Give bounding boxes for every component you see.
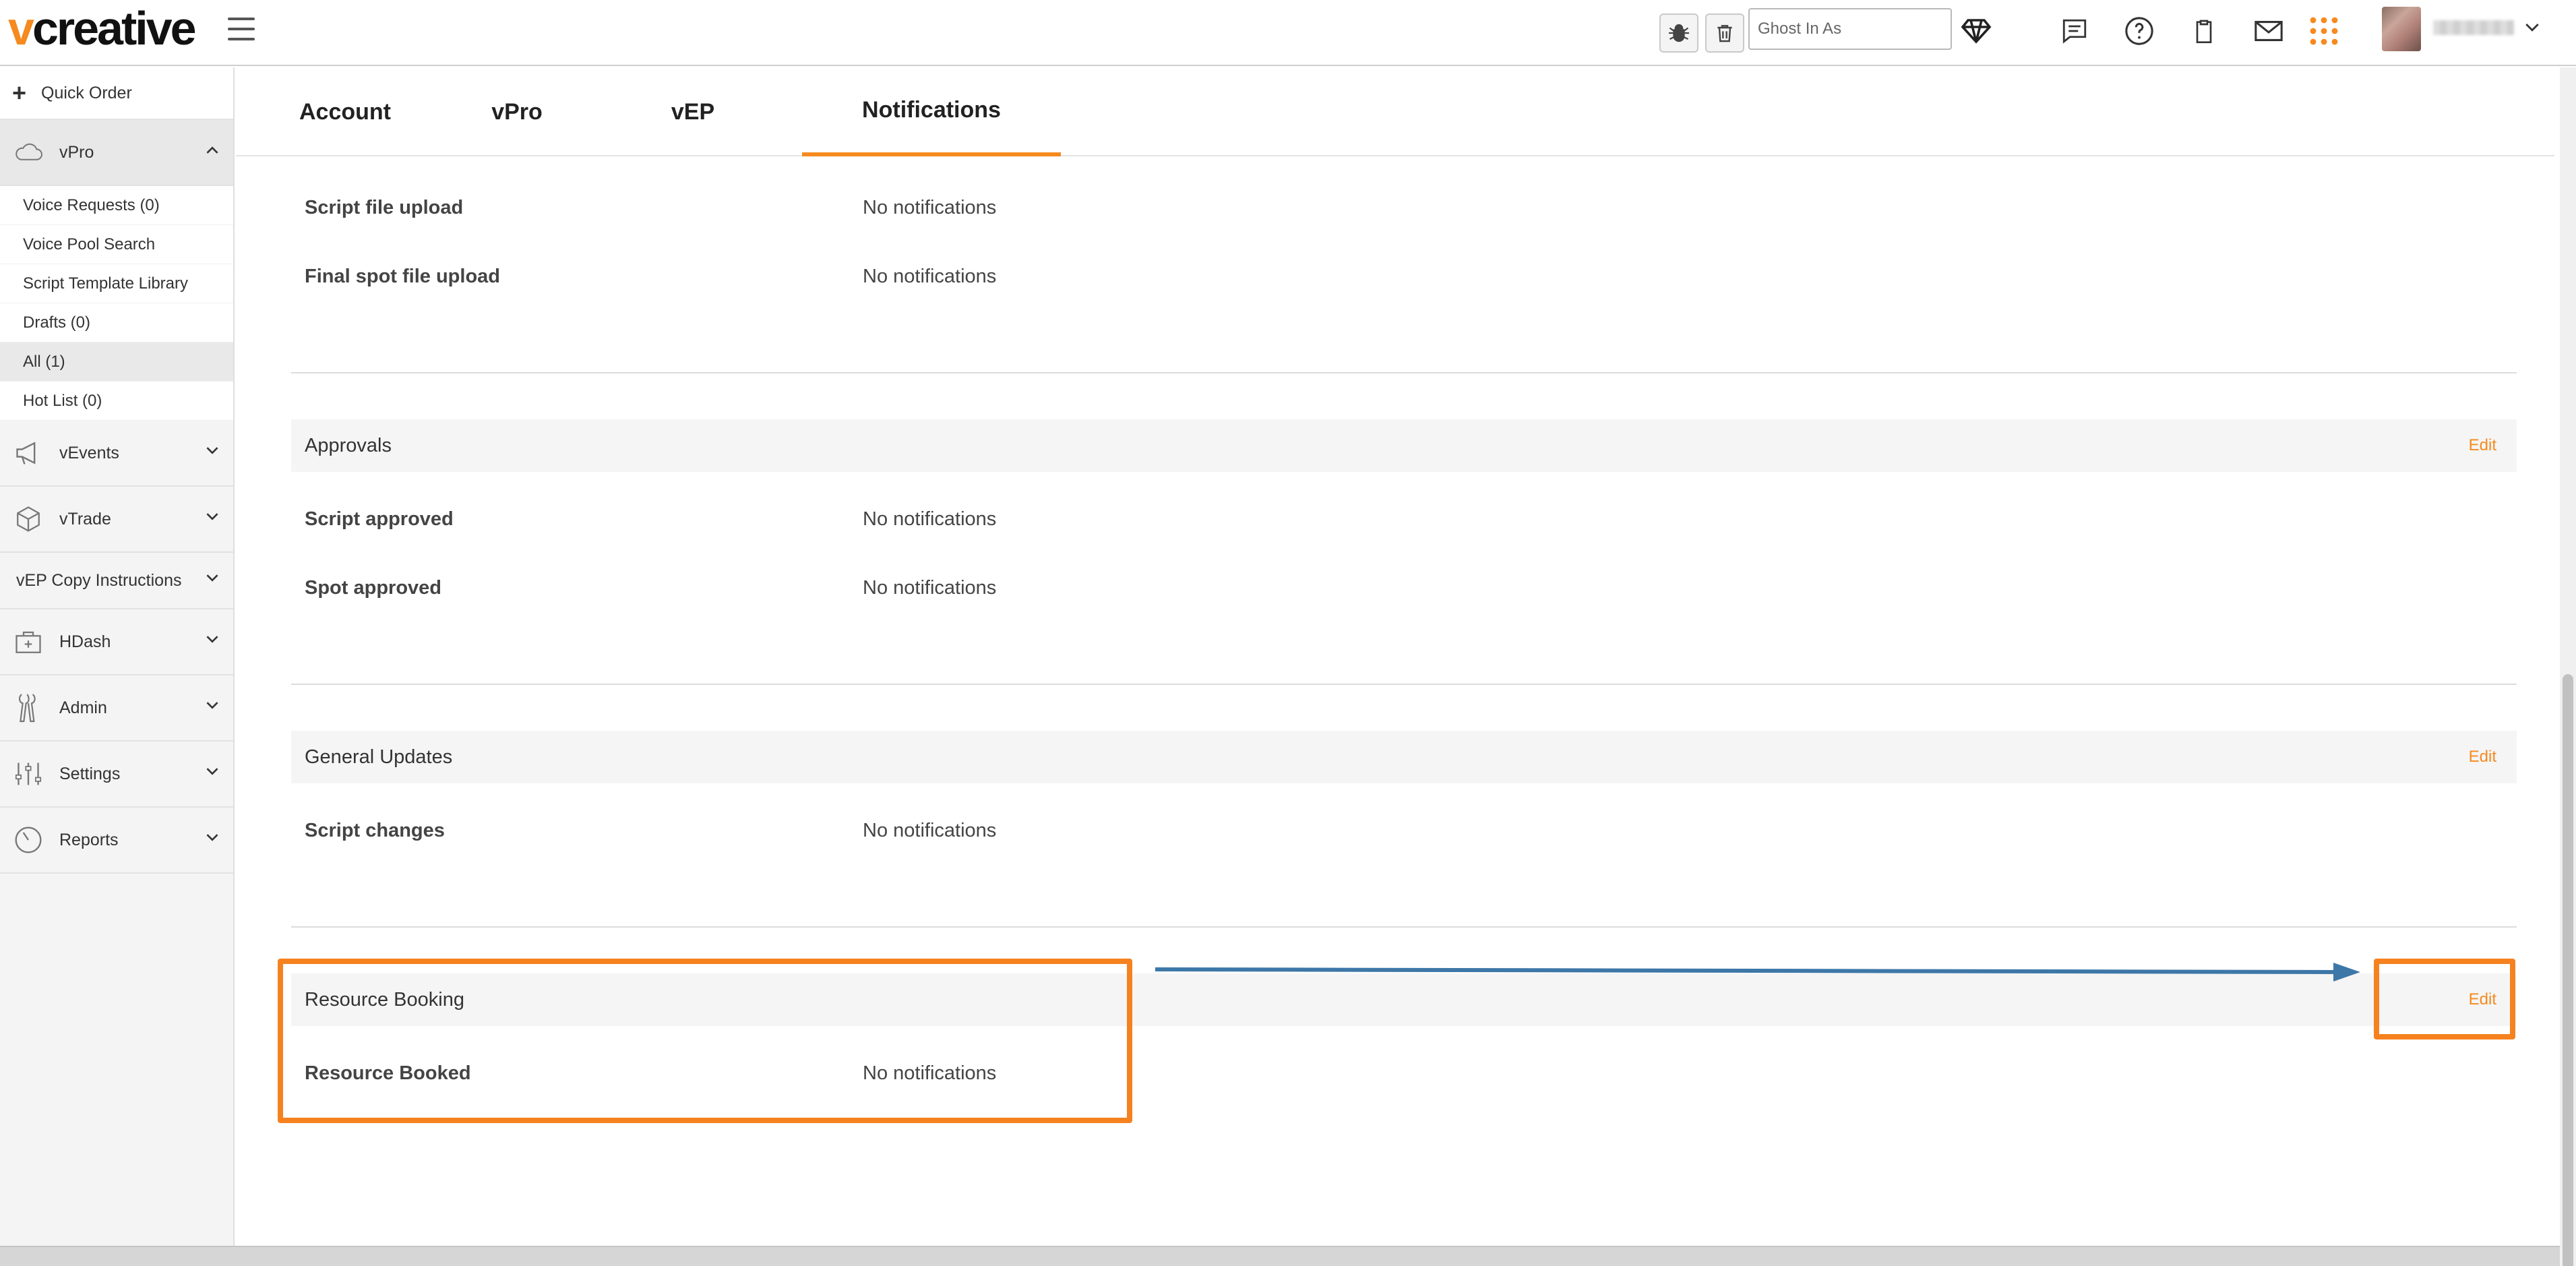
apps-grid-icon[interactable] xyxy=(2305,12,2343,50)
admin-tools-icon xyxy=(9,691,47,725)
vcreative-logo[interactable]: vcreative xyxy=(8,1,197,55)
sidebar-item-all[interactable]: All (1) xyxy=(0,342,233,382)
sidebar-item-script-template-library[interactable]: Script Template Library xyxy=(0,264,233,303)
sidebar-item-label: Admin xyxy=(59,698,107,717)
chevron-down-icon xyxy=(204,442,221,464)
sidebar-item-vtrade[interactable]: vTrade xyxy=(0,487,233,553)
box-icon xyxy=(9,502,47,536)
medical-case-icon xyxy=(9,625,47,659)
avatar[interactable] xyxy=(2382,7,2421,51)
sidebar: + Quick Order vPro Voice Requests (0) Vo… xyxy=(0,67,235,1266)
chevron-down-icon xyxy=(204,631,221,653)
general-updates-edit-link[interactable]: Edit xyxy=(2469,748,2496,766)
notification-value: No notifications xyxy=(863,576,997,599)
sidebar-item-label: vEP Copy Instructions xyxy=(16,570,182,590)
clock-icon xyxy=(9,823,47,857)
main-content: Account vPro vEP Notifications Script fi… xyxy=(236,67,2554,1247)
chevron-up-icon xyxy=(204,142,221,164)
cloud-icon xyxy=(9,135,47,169)
sidebar-item-drafts[interactable]: Drafts (0) xyxy=(0,303,233,342)
clear-button[interactable] xyxy=(1705,13,1744,53)
tab-vpro[interactable]: vPro xyxy=(480,67,554,156)
section-header-general-updates: General Updates Edit xyxy=(291,731,2517,783)
ghost-in-as-input[interactable] xyxy=(1748,8,1952,50)
notification-value: No notifications xyxy=(863,819,997,841)
section-divider xyxy=(291,926,2517,928)
notification-label: Resource Booked xyxy=(305,1062,471,1084)
trash-icon xyxy=(1717,25,1732,42)
notification-label: Script changes xyxy=(305,819,445,841)
bug-icon xyxy=(1669,24,1689,42)
mail-icon[interactable] xyxy=(2250,12,2288,50)
resource-booking-edit-link[interactable]: Edit xyxy=(2469,990,2496,1009)
clipboard-icon[interactable] xyxy=(2185,12,2223,50)
sidebar-item-label: HDash xyxy=(59,632,111,651)
notification-label: Spot approved xyxy=(305,576,442,599)
sidebar-item-vpro[interactable]: vPro xyxy=(0,120,233,186)
sidebar-item-label: Reports xyxy=(59,830,119,849)
sidebar-item-label: Settings xyxy=(59,764,121,783)
section-divider xyxy=(291,372,2517,373)
menu-toggle-icon[interactable] xyxy=(228,18,255,40)
notification-label: Final spot file upload xyxy=(305,265,500,287)
chevron-down-icon[interactable] xyxy=(2522,18,2542,41)
help-icon[interactable] xyxy=(2120,12,2158,50)
sidebar-item-label: vPro xyxy=(59,142,94,162)
section-divider xyxy=(291,684,2517,685)
notification-row: Script file upload No notifications xyxy=(305,187,2515,228)
sidebar-item-settings[interactable]: Settings xyxy=(0,742,233,808)
chevron-down-icon xyxy=(204,508,221,531)
section-title: General Updates xyxy=(305,746,453,768)
chevron-down-icon xyxy=(204,697,221,719)
notification-row: Script approved No notifications xyxy=(305,499,2515,539)
section-header-resource-booking: Resource Booking Edit xyxy=(291,973,2517,1026)
notification-row: Final spot file upload No notifications xyxy=(305,256,2515,297)
plus-icon: + xyxy=(12,79,27,107)
diamond-icon[interactable] xyxy=(1957,12,1995,50)
sidebar-item-label: vTrade xyxy=(59,509,111,529)
section-header-approvals: Approvals Edit xyxy=(291,419,2517,472)
sidebar-item-vep-copy-instructions[interactable]: vEP Copy Instructions xyxy=(0,553,233,609)
sidebar-item-label: Quick Order xyxy=(41,83,132,102)
chevron-down-icon xyxy=(204,763,221,785)
chat-icon[interactable] xyxy=(2056,12,2093,50)
notification-value: No notifications xyxy=(863,265,997,287)
notification-label: Script approved xyxy=(305,508,454,530)
settings-tabs: Account vPro vEP Notifications xyxy=(236,67,2554,156)
sliders-icon xyxy=(9,757,47,791)
section-title: Approvals xyxy=(305,434,392,456)
sidebar-item-voice-pool-search[interactable]: Voice Pool Search xyxy=(0,225,233,264)
bug-report-button[interactable] xyxy=(1659,13,1698,53)
approvals-edit-link[interactable]: Edit xyxy=(2469,436,2496,455)
section-title: Resource Booking xyxy=(305,988,464,1011)
chevron-down-icon xyxy=(204,570,221,592)
scrollbar-thumb[interactable] xyxy=(2563,674,2573,1266)
sidebar-item-vevents[interactable]: vEvents xyxy=(0,421,233,487)
megaphone-icon xyxy=(9,436,47,470)
sidebar-item-admin[interactable]: Admin xyxy=(0,675,233,742)
notification-value: No notifications xyxy=(863,1062,997,1084)
tab-account[interactable]: Account xyxy=(290,67,400,156)
sidebar-item-label: vEvents xyxy=(59,443,119,462)
sidebar-item-hot-list[interactable]: Hot List (0) xyxy=(0,382,233,421)
user-name-redacted xyxy=(2433,20,2514,35)
top-bar: vcreative xyxy=(0,0,2576,66)
tab-vep[interactable]: vEP xyxy=(659,67,727,156)
sidebar-item-reports[interactable]: Reports xyxy=(0,808,233,874)
notification-value: No notifications xyxy=(863,508,997,530)
notification-row: Spot approved No notifications xyxy=(305,568,2515,608)
horizontal-scrollbar[interactable] xyxy=(0,1246,2560,1266)
tab-notifications[interactable]: Notifications xyxy=(802,67,1061,156)
sidebar-item-hdash[interactable]: HDash xyxy=(0,609,233,675)
chevron-down-icon xyxy=(204,829,221,851)
notification-label: Script file upload xyxy=(305,196,464,218)
sidebar-item-voice-requests[interactable]: Voice Requests (0) xyxy=(0,186,233,225)
notification-value: No notifications xyxy=(863,196,997,218)
notification-row: Resource Booked No notifications xyxy=(305,1053,2515,1093)
vertical-scrollbar[interactable] xyxy=(2560,67,2576,1266)
sidebar-quick-order[interactable]: + Quick Order xyxy=(0,67,233,120)
vpro-submenu: Voice Requests (0) Voice Pool Search Scr… xyxy=(0,186,233,421)
notification-row: Script changes No notifications xyxy=(305,810,2515,851)
